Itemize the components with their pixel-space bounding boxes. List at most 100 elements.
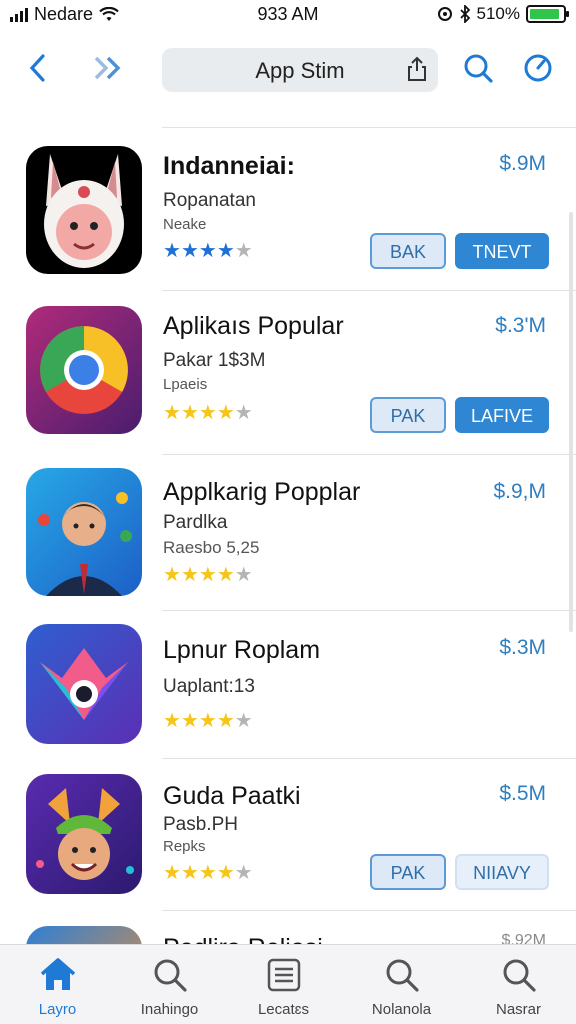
chevron-left-icon[interactable]	[20, 50, 56, 86]
search-bar-title: App Stim	[255, 58, 345, 83]
double-chevron-right-icon[interactable]	[90, 50, 126, 86]
app-row[interactable]: Indanneiai: Ropanatan Neake ★★★★★ $.9M B…	[0, 134, 576, 290]
app-subtitle-secondary: Lpaeis	[163, 376, 208, 393]
app-name[interactable]: Indanneiai:	[163, 152, 295, 181]
rating-stars: ★★★★★	[163, 860, 253, 885]
star-icon: ★	[180, 710, 199, 732]
star-icon: ★	[216, 402, 235, 424]
search-bar[interactable]: App Stim	[162, 48, 438, 92]
star-icon: ★	[198, 240, 217, 262]
divider	[162, 127, 576, 128]
tab-search-2[interactable]: Nolanola	[344, 953, 459, 1018]
live-button[interactable]: LAFIVE	[455, 397, 549, 433]
app-row[interactable]: Aplikaıs Popular Pakar 1$3M Lpaeis ★★★★★…	[0, 292, 576, 454]
tab-search[interactable]: Inahingo	[112, 953, 227, 1018]
star-icon: ★	[180, 564, 199, 586]
tab-label: Nasrar	[495, 1001, 541, 1018]
star-icon: ★	[216, 710, 235, 732]
app-price: $.5M	[499, 782, 546, 805]
bluetooth-icon	[459, 5, 470, 23]
star-icon: ★	[163, 710, 181, 732]
app-icon-businessman[interactable]	[26, 468, 142, 596]
star-icon: ★	[216, 240, 235, 262]
app-row[interactable]: Guda Paatki Pasb.PH Repks ★★★★★ $.5M PAK…	[0, 760, 576, 910]
divider	[162, 290, 576, 291]
app-price: $.3M	[499, 636, 546, 659]
star-icon: ★	[234, 240, 253, 262]
star-icon: ★	[180, 240, 199, 262]
tab-bar: Layro Inahingo Lecatɛs Nolanola Nasrar	[0, 944, 576, 1024]
app-icon-fox[interactable]	[26, 624, 142, 744]
star-icon: ★	[198, 402, 217, 424]
app-subtitle: Pakar 1$3M	[163, 350, 266, 371]
tab-label: Layro	[38, 1001, 77, 1018]
star-icon: ★	[180, 862, 199, 884]
star-icon: ★	[163, 402, 181, 424]
star-icon: ★	[163, 240, 181, 262]
app-price: $.3'M	[495, 314, 546, 337]
scrollbar[interactable]	[569, 212, 573, 632]
app-price: $.9,M	[493, 480, 546, 503]
app-row[interactable]: Lpnur Roplam Uaplant:13 ★★★★★ $.3M	[0, 612, 576, 758]
home-icon	[0, 953, 115, 997]
app-row[interactable]: Pedlira Reliasi $.92M	[0, 912, 576, 944]
app-icon-chrome[interactable]	[26, 306, 142, 434]
search-icon	[112, 953, 227, 997]
app-name[interactable]: Lpnur Roplam	[163, 636, 320, 665]
divider	[162, 758, 576, 759]
star-icon: ★	[163, 862, 181, 884]
app-subtitle-secondary: Repks	[163, 838, 206, 855]
status-right: 510%	[437, 4, 569, 24]
top-navigation: App Stim	[0, 40, 576, 104]
star-icon: ★	[163, 564, 181, 586]
app-icon-jester[interactable]	[26, 774, 142, 894]
search-icon[interactable]	[460, 50, 496, 86]
tab-label: Inahingo	[140, 1001, 199, 1018]
tab-search-3[interactable]: Nasrar	[461, 953, 576, 1018]
pak-button[interactable]: PAK	[370, 854, 446, 890]
app-price: $.9M	[499, 152, 546, 175]
tab-home[interactable]: Layro	[0, 953, 115, 1018]
status-bar: Nedare 933 AM 510%	[0, 0, 576, 30]
search-icon	[344, 953, 459, 997]
divider	[162, 910, 576, 911]
tab-list[interactable]: Lecatɛs	[226, 953, 341, 1018]
star-icon: ★	[198, 862, 217, 884]
star-icon: ★	[234, 862, 253, 884]
app-subtitle: Pardlka	[163, 512, 228, 533]
star-icon: ★	[216, 564, 235, 586]
app-subtitle-secondary: Raesbo 5,25	[163, 538, 260, 557]
app-subtitle-secondary: Neake	[163, 216, 207, 233]
search-icon	[461, 953, 576, 997]
app-row[interactable]: Applkarig Popplar Pardlka Raesbo 5,25 ★★…	[0, 456, 576, 612]
app-icon-partial[interactable]	[26, 926, 142, 944]
app-icon-bunny[interactable]	[26, 146, 142, 274]
app-name[interactable]: Pedlira Reliasi	[163, 934, 323, 944]
app-subtitle: Uaplant:13	[163, 676, 255, 697]
star-icon: ★	[234, 402, 253, 424]
navy-button[interactable]: NIIAVY	[455, 854, 549, 890]
app-name[interactable]: Aplikaıs Popular	[163, 312, 344, 341]
share-icon[interactable]	[406, 56, 428, 82]
rating-stars: ★★★★★	[163, 708, 253, 733]
pak-button[interactable]: PAK	[370, 397, 446, 433]
rating-stars: ★★★★★	[163, 562, 253, 587]
app-subtitle: Ropanatan	[163, 190, 256, 211]
star-icon: ★	[180, 402, 199, 424]
star-icon: ★	[198, 710, 217, 732]
app-price: $.92M	[501, 932, 546, 944]
divider	[162, 454, 576, 455]
tab-label: Nolanola	[371, 1001, 432, 1018]
app-name[interactable]: Guda Paatki	[163, 782, 301, 811]
app-name[interactable]: Applkarig Popplar	[163, 478, 360, 507]
star-icon: ★	[234, 564, 253, 586]
next-button[interactable]: TNEVT	[455, 233, 549, 269]
list-icon	[226, 953, 341, 997]
back-button[interactable]: BAK	[370, 233, 446, 269]
rating-stars: ★★★★★	[163, 238, 253, 263]
tab-label: Lecatɛs	[257, 1001, 310, 1018]
app-subtitle: Pasb.PH	[163, 814, 238, 835]
divider	[162, 610, 576, 611]
star-icon: ★	[198, 564, 217, 586]
clock-icon[interactable]	[520, 50, 556, 86]
